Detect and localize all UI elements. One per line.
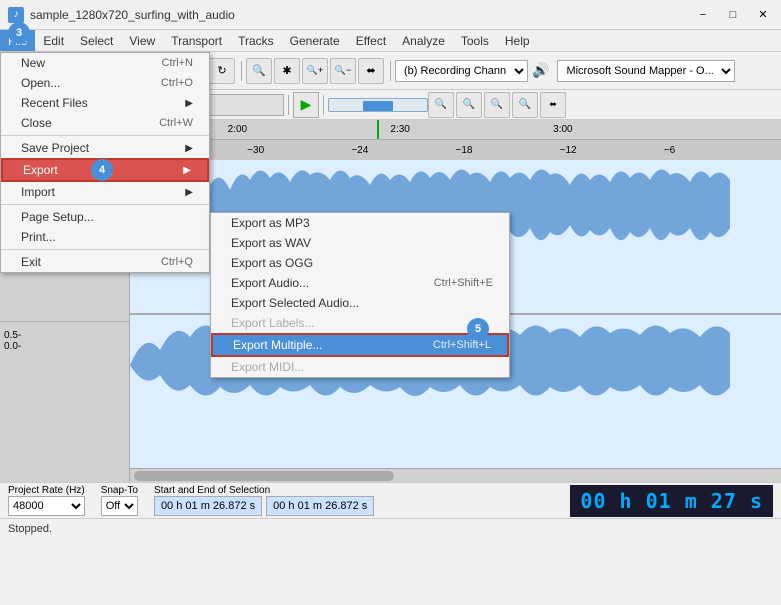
window-controls: − □ ✕	[689, 4, 777, 26]
menu-import[interactable]: Import ▶	[1, 182, 209, 202]
selection-section: Start and End of Selection 00 h 01 m 26.…	[154, 485, 562, 516]
maximize-button[interactable]: □	[719, 4, 747, 26]
menu-effect[interactable]: Effect	[348, 30, 394, 51]
menu-transport[interactable]: Transport	[163, 30, 230, 51]
selection-label: Start and End of Selection	[154, 485, 562, 496]
bottom-status-bar: Stopped.	[0, 518, 781, 538]
menu-save-project[interactable]: Save Project ▶	[1, 138, 209, 158]
time-end-display: 00 h 01 m 26.872 s	[266, 496, 374, 516]
ruler-neg24: −24	[351, 145, 368, 156]
sep3	[390, 61, 391, 81]
tool-zoom-fit[interactable]: 🔍+	[302, 58, 328, 84]
track-info-bottom-content: 0.5- 0.0-	[4, 330, 125, 352]
minimize-button[interactable]: −	[689, 4, 717, 26]
tool-zoom-in[interactable]: 🔍	[246, 58, 272, 84]
project-rate-label: Project Rate (Hz)	[8, 485, 85, 496]
track-info-bottom: 0.5- 0.0-	[0, 322, 129, 483]
selection-times: 00 h 01 m 26.872 s 00 h 01 m 26.872 s	[154, 496, 562, 516]
export-audio[interactable]: Export Audio... Ctrl+Shift+E	[211, 273, 509, 293]
highlight-circle-5: 5	[467, 318, 489, 340]
volume-icon: 🔊	[532, 62, 549, 79]
snap-to-selector[interactable]: Off	[101, 496, 138, 516]
zoom-btn-2[interactable]: 🔍	[456, 92, 482, 118]
menu-tools[interactable]: Tools	[453, 30, 497, 51]
window-title: sample_1280x720_surfing_with_audio	[30, 8, 235, 22]
app-icon: ♪	[8, 7, 24, 23]
export-wav[interactable]: Export as WAV	[211, 233, 509, 253]
title-bar: ♪ sample_1280x720_surfing_with_audio − □…	[0, 0, 781, 30]
ruler-right: 2:00 2:30 3:00 −36 −30 −24 −18 −12 −6	[130, 120, 781, 159]
ruler-neg6: −6	[664, 145, 675, 156]
menu-edit[interactable]: Edit	[35, 30, 72, 51]
zoom-btn-3[interactable]: 🔍	[484, 92, 510, 118]
menu-page-setup[interactable]: Page Setup...	[1, 207, 209, 227]
menu-select[interactable]: Select	[72, 30, 121, 51]
play-cursor	[377, 120, 379, 139]
zoom-btn-4[interactable]: 🔍	[512, 92, 538, 118]
level-bot-zero: 0.0-	[4, 341, 125, 352]
tool-asterisk[interactable]: ✱	[274, 58, 300, 84]
tool-horizontal[interactable]: ⬌	[358, 58, 384, 84]
menu-close[interactable]: Close Ctrl+W	[1, 113, 209, 133]
level-bot-label: 0.5-	[4, 330, 125, 341]
menu-bar: File Edit Select View Transport Tracks G…	[0, 30, 781, 52]
scrollbar-thumb[interactable]	[134, 471, 394, 481]
export-multiple[interactable]: Export Multiple... Ctrl+Shift+L	[211, 333, 509, 357]
zoom-slider-area[interactable]	[328, 98, 428, 112]
close-button[interactable]: ✕	[749, 4, 777, 26]
highlight-circle-3: 3	[8, 22, 30, 44]
tool-redo[interactable]: ↻	[209, 58, 235, 84]
export-submenu: Export as MP3 Export as WAV Export as OG…	[210, 212, 510, 378]
separator-2	[1, 204, 209, 205]
time-2-30: 2:30	[390, 124, 409, 135]
time-3-00: 3:00	[553, 124, 572, 135]
ruler-top: 2:00 2:30 3:00	[130, 120, 781, 140]
export-midi: Export MIDI...	[211, 357, 509, 377]
ruler-neg12: −12	[560, 145, 577, 156]
menu-new[interactable]: New Ctrl+N	[1, 53, 209, 73]
export-selected-audio[interactable]: Export Selected Audio...	[211, 293, 509, 313]
separator-1	[1, 135, 209, 136]
ruler-neg30: −30	[247, 145, 264, 156]
export-labels: Export Labels...	[211, 313, 509, 333]
sep2	[241, 61, 242, 81]
menu-print[interactable]: Print...	[1, 227, 209, 247]
recording-channel-selector[interactable]: (b) Recording Chann	[395, 60, 528, 82]
play-button[interactable]: ▶	[293, 92, 319, 118]
tool-zoom-out[interactable]: 🔍−	[330, 58, 356, 84]
menu-analyze[interactable]: Analyze	[394, 30, 453, 51]
sound-mapper-selector[interactable]: Microsoft Sound Mapper - O...	[557, 60, 735, 82]
h-scrollbar[interactable]	[130, 468, 781, 482]
ruler-neg18: −18	[456, 145, 473, 156]
highlight-circle-4: 4	[91, 159, 113, 181]
zoom-slider-thumb	[363, 101, 392, 111]
sep4	[288, 95, 289, 115]
menu-view[interactable]: View	[121, 30, 163, 51]
large-time-display: 00 h 01 m 27 s	[570, 485, 773, 517]
zoom-btn-1[interactable]: 🔍	[428, 92, 454, 118]
export-mp3[interactable]: Export as MP3	[211, 213, 509, 233]
zoom-btn-5[interactable]: ⬌	[540, 92, 566, 118]
menu-open[interactable]: Open... Ctrl+O	[1, 73, 209, 93]
export-ogg[interactable]: Export as OGG	[211, 253, 509, 273]
snap-to-section: Snap-To Off	[101, 485, 138, 516]
project-rate-section: Project Rate (Hz) 48000	[8, 485, 85, 516]
snap-to-label: Snap-To	[101, 485, 138, 496]
time-2-00: 2:00	[228, 124, 247, 135]
menu-help[interactable]: Help	[497, 30, 538, 51]
project-rate-selector[interactable]: 48000	[8, 496, 85, 516]
time-start-display: 00 h 01 m 26.872 s	[154, 496, 262, 516]
menu-recent-files[interactable]: Recent Files ▶	[1, 93, 209, 113]
status-text: Stopped.	[8, 523, 52, 535]
ruler-bottom: −36 −30 −24 −18 −12 −6	[130, 140, 781, 160]
status-bar: Project Rate (Hz) 48000 Snap-To Off Star…	[0, 482, 781, 518]
sep5	[323, 95, 324, 115]
menu-generate[interactable]: Generate	[282, 30, 348, 51]
separator-3	[1, 249, 209, 250]
menu-exit[interactable]: Exit Ctrl+Q	[1, 252, 209, 272]
menu-tracks[interactable]: Tracks	[230, 30, 282, 51]
